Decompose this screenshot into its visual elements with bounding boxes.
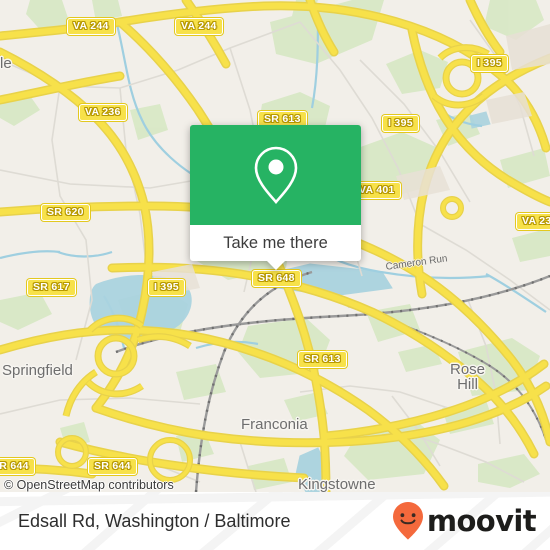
moovit-logo[interactable]: moovit	[391, 501, 537, 541]
road-shield-sr-644-east[interactable]: SR 644	[88, 458, 137, 475]
take-me-there-label: Take me there	[223, 233, 328, 252]
road-shield-sr-644-west[interactable]: SR 644	[0, 458, 35, 475]
road-shield-va-236[interactable]: VA 236	[79, 104, 127, 121]
map-pin-icon	[254, 146, 297, 204]
location-title: Edsall Rd, Washington / Baltimore	[18, 510, 291, 531]
moovit-wordmark: moovit	[426, 504, 537, 538]
road-shield-i-395-mid[interactable]: I 395	[382, 115, 419, 132]
place-label-kingstowne: Kingstowne	[298, 476, 376, 492]
take-me-there-callout[interactable]: Take me there	[190, 125, 361, 270]
osm-attribution[interactable]: © OpenStreetMap contributors	[4, 478, 174, 492]
road-shield-sr-613-south[interactable]: SR 613	[298, 351, 347, 368]
road-shield-va-244-east[interactable]: VA 244	[175, 18, 223, 35]
take-me-there-button[interactable]: Take me there	[190, 225, 361, 261]
road-shield-i-395-south[interactable]: I 395	[148, 279, 185, 296]
moovit-pin-icon	[392, 502, 423, 540]
road-shield-i-395-north[interactable]: I 395	[471, 55, 508, 72]
place-label-franconia: Franconia	[241, 416, 308, 433]
road-shield-sr-620[interactable]: SR 620	[41, 204, 90, 221]
callout-icon-panel	[190, 125, 361, 225]
place-label-springfield: Springfield	[2, 362, 73, 379]
place-label-rose-hill: Rose Hill	[450, 361, 486, 393]
footer-bar: Edsall Rd, Washington / Baltimore moovit	[0, 492, 550, 550]
callout-pointer	[266, 261, 285, 270]
road-shield-sr-617[interactable]: SR 617	[27, 279, 76, 296]
road-shield-va-23[interactable]: VA 23	[516, 213, 550, 230]
road-shield-va-244-west[interactable]: VA 244	[67, 18, 115, 35]
place-label-le: le	[0, 55, 12, 72]
road-shield-sr-648[interactable]: SR 648	[252, 270, 301, 287]
moovit-map-screenshot: le Springfield Franconia Rose Hill Kings…	[0, 0, 550, 550]
